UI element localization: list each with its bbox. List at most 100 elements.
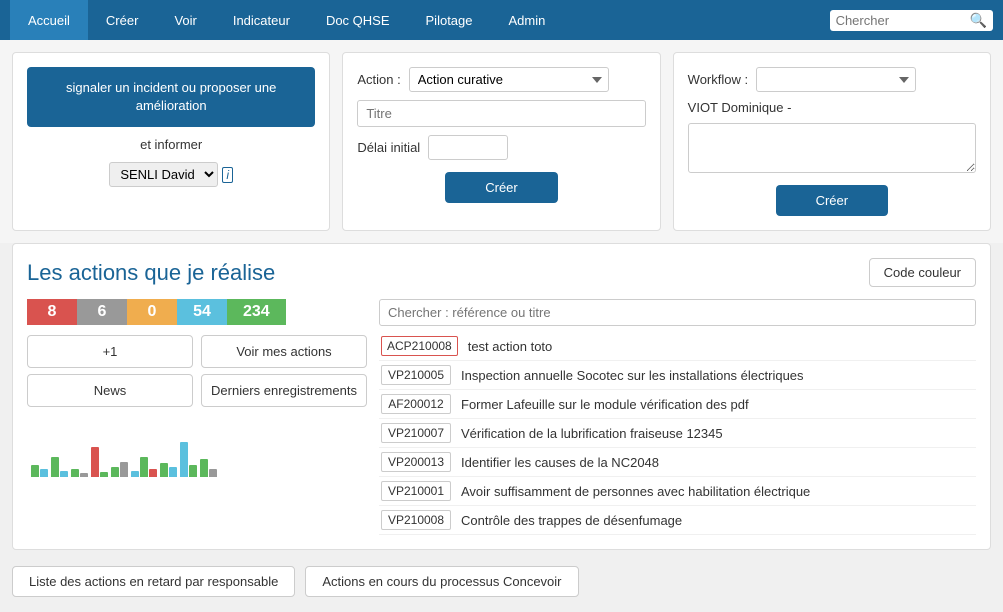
btn-derniers-enregistrements[interactable]: Derniers enregistrements: [201, 374, 367, 407]
chart-bar: [120, 462, 128, 477]
chart-bar: [169, 467, 177, 477]
right-column: ACP210008 test action toto VP210005Inspect…: [379, 299, 976, 535]
btn-creer-action[interactable]: Créer: [445, 172, 558, 203]
chart-bar: [40, 469, 48, 477]
chart-bar: [189, 465, 197, 477]
chart-bar: [111, 467, 119, 477]
action-buttons: +1 Voir mes actions News Derniers enregi…: [27, 335, 367, 407]
panel-incident: signaler un incident ou proposer une amé…: [12, 52, 330, 231]
delai-label: Délai initial: [357, 140, 420, 155]
nav-voir[interactable]: Voir: [156, 0, 214, 40]
stat-yellow: 0: [127, 299, 177, 325]
chart-bar: [100, 472, 108, 477]
list-item[interactable]: VP210001 Avoir suffisamment de personnes …: [379, 477, 976, 506]
btn-code-couleur[interactable]: Code couleur: [869, 258, 976, 287]
nav-indicateur[interactable]: Indicateur: [215, 0, 308, 40]
delai-input[interactable]: [428, 135, 508, 160]
list-item[interactable]: VP210005Inspection annuelle Socotec sur …: [379, 361, 976, 390]
search-input[interactable]: [836, 13, 966, 28]
main-title: Les actions que je réalise: [27, 260, 275, 286]
action-ref[interactable]: VP210005: [381, 365, 451, 385]
chart-bar: [31, 465, 39, 477]
btn-signaler[interactable]: signaler un incident ou proposer une amé…: [27, 67, 315, 127]
informer-select-row: SENLI David i: [109, 162, 233, 187]
btn-plus-one[interactable]: +1: [27, 335, 193, 368]
viot-input[interactable]: [688, 123, 976, 173]
titre-input[interactable]: [357, 100, 645, 127]
main-section: Les actions que je réalise Code couleur …: [12, 243, 991, 550]
main-content: 8 6 0 54 234 +1 Voir mes actions News De…: [27, 299, 976, 535]
action-ref[interactable]: VP210001: [381, 481, 451, 501]
action-type-row: Action : Action curative Action préventi…: [357, 67, 645, 92]
nav-accueil[interactable]: Accueil: [10, 0, 88, 40]
chart-group: [160, 463, 177, 477]
action-ref[interactable]: VP210007: [381, 423, 451, 443]
chart-group: [200, 459, 217, 477]
btn-liste-retard[interactable]: Liste des actions en retard par responsa…: [12, 566, 295, 597]
action-type-select[interactable]: Action curative Action préventive Amélio…: [409, 67, 609, 92]
nav-doc-qhse[interactable]: Doc QHSE: [308, 0, 408, 40]
nav-admin[interactable]: Admin: [491, 0, 564, 40]
action-desc: test action toto: [468, 339, 553, 354]
info-icon[interactable]: i: [222, 167, 233, 183]
action-ref[interactable]: ACP210008: [381, 336, 458, 356]
chart-bar: [80, 473, 88, 477]
chart-group: [51, 457, 68, 477]
chart-group: [180, 442, 197, 477]
btn-creer-workflow[interactable]: Créer: [776, 185, 889, 216]
list-item[interactable]: AF200012 Former Lafeuille sur le module v…: [379, 390, 976, 419]
btn-voir-mes-actions[interactable]: Voir mes actions: [201, 335, 367, 368]
action-desc: Former Lafeuille sur le module vérificat…: [461, 397, 749, 412]
action-ref[interactable]: VP200013: [381, 452, 451, 472]
nav-pilotage[interactable]: Pilotage: [408, 0, 491, 40]
chart-bar: [160, 463, 168, 477]
chart-group: [91, 447, 108, 477]
chart-bar: [200, 459, 208, 477]
chart-group: [71, 469, 88, 477]
action-desc: Avoir suffisamment de personnes avec hab…: [461, 484, 810, 499]
navbar: Accueil Créer Voir Indicateur Doc QHSE P…: [0, 0, 1003, 40]
search-ref-input[interactable]: [379, 299, 976, 326]
stat-blue: 54: [177, 299, 227, 325]
search-icon[interactable]: 🔍: [970, 12, 987, 29]
bottom-buttons: Liste des actions en retard par responsa…: [0, 558, 1003, 607]
btn-news[interactable]: News: [27, 374, 193, 407]
action-desc: Contrôle des trappes de désenfumage: [461, 513, 682, 528]
chart-bar: [131, 471, 139, 477]
chart-bar: [71, 469, 79, 477]
viot-label: VIOT Dominique -: [688, 100, 976, 115]
chart-group: [131, 457, 157, 477]
list-item[interactable]: VP210007Vérification de la lubrification…: [379, 419, 976, 448]
stat-green: 234: [227, 299, 286, 325]
chart-bar: [60, 471, 68, 477]
action-desc: Identifier les causes de la NC2048: [461, 455, 659, 470]
workflow-row: Workflow :: [688, 67, 976, 92]
chart-bar: [180, 442, 188, 477]
panel-action: Action : Action curative Action préventi…: [342, 52, 660, 231]
action-list: ACP210008 test action toto VP210005Inspect…: [379, 332, 976, 535]
btn-actions-concevoir[interactable]: Actions en cours du processus Concevoir: [305, 566, 578, 597]
search-bar: 🔍: [830, 10, 993, 31]
list-item[interactable]: VP210008 Contrôle des trappes de désenfum…: [379, 506, 976, 535]
workflow-select[interactable]: [756, 67, 916, 92]
chart-bar: [51, 457, 59, 477]
panel-workflow: Workflow : VIOT Dominique - Créer: [673, 52, 991, 231]
chart-bar: [149, 469, 157, 477]
chart-bar: [140, 457, 148, 477]
chart: [27, 417, 367, 477]
list-item[interactable]: VP200013 Identifier les causes de la NC20…: [379, 448, 976, 477]
workflow-label: Workflow :: [688, 72, 748, 87]
creer-workflow-btn-container: Créer: [688, 185, 976, 216]
row-btns-1: +1 Voir mes actions: [27, 335, 367, 368]
informer-select[interactable]: SENLI David: [109, 162, 218, 187]
row-btns-2: News Derniers enregistrements: [27, 374, 367, 407]
nav-creer[interactable]: Créer: [88, 0, 157, 40]
delai-row: Délai initial: [357, 135, 645, 160]
action-ref[interactable]: VP210008: [381, 510, 451, 530]
list-item[interactable]: ACP210008 test action toto: [379, 332, 976, 361]
stats-row: 8 6 0 54 234: [27, 299, 367, 325]
action-ref[interactable]: AF200012: [381, 394, 451, 414]
left-column: 8 6 0 54 234 +1 Voir mes actions News De…: [27, 299, 367, 535]
top-panels: signaler un incident ou proposer une amé…: [0, 40, 1003, 243]
chart-bar: [209, 469, 217, 477]
